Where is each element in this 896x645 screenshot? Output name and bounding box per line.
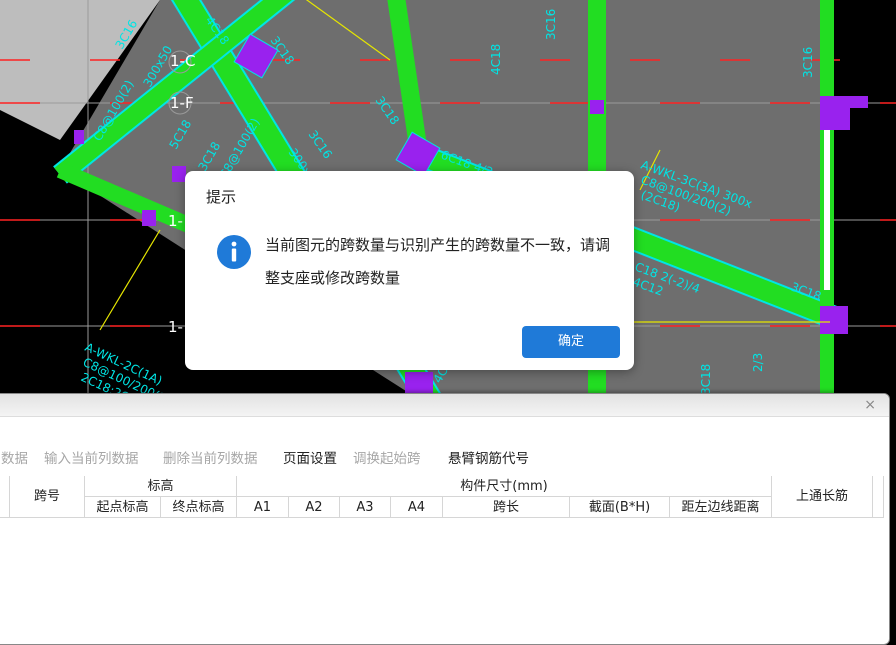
toolbar-item-cantilever-code[interactable]: 悬臂钢筋代号 [448,447,529,467]
axis-label-1f: 1-F [170,94,194,112]
cad-text-24: 3C18 [699,364,713,395]
header-end-elevation: 终点标高 [161,497,237,518]
header-span-length: 跨长 [443,497,570,518]
column-4b [848,96,868,108]
toolbar-item-input-column[interactable]: 输入当前列数据 [44,447,139,467]
column-5 [820,306,848,334]
header-dist-left: 距左边线距离 [670,497,772,518]
toolbar-item-page-setup[interactable]: 页面设置 [283,447,337,467]
span-table-header: 跨号 标高 起点标高 终点标高 构件尺寸(mm) A1 A2 A3 A4 跨长 … [0,476,896,518]
ok-button[interactable]: 确定 [522,326,620,358]
header-member-size: 构件尺寸(mm) [237,476,772,497]
span-table-body[interactable] [0,519,884,632]
header-start-elevation: 起点标高 [85,497,161,518]
header-elevation: 标高 [85,476,237,497]
axis-label-1a: 1- [168,212,183,230]
toolbar-item-swap-start-span[interactable]: 调换起始跨 [353,447,421,467]
column-4 [820,96,850,130]
column-7 [142,210,156,226]
prompt-dialog: 提示 当前图元的跨数量与识别产生的跨数量不一致，请调整支座或修改跨数量 确定 [185,171,634,370]
cad-text-22: 3C16 [544,9,558,40]
header-a3: A3 [340,497,391,518]
header-span-no: 跨号 [10,476,85,518]
dialog-title: 提示 [206,188,237,206]
axis-label-1b: 1- [168,318,183,336]
column-3 [590,100,604,114]
cad-text-23: 4C18 [489,44,503,75]
header-extra [873,476,884,518]
column-9 [74,130,84,144]
close-icon[interactable]: × [864,397,876,413]
info-icon [217,235,251,269]
header-a4: A4 [391,497,443,518]
axis-label-1c: 1-C [170,52,195,70]
panel-toolbar: 数据 输入当前列数据 删除当前列数据 页面设置 调换起始跨 悬臂钢筋代号 [0,441,889,467]
header-section: 截面(B*H) [570,497,670,518]
header-top-through-bar: 上通长筋 [772,476,873,518]
toolbar-item-delete-column[interactable]: 删除当前列数据 [163,447,258,467]
header-a2: A2 [289,497,340,518]
header-row-index [0,476,10,518]
column-8 [172,166,186,182]
cad-text-21: 2/3 [751,353,765,372]
cad-text-18: 3C16 [801,47,815,78]
header-a1: A1 [237,497,289,518]
dialog-message: 当前图元的跨数量与识别产生的跨数量不一致，请调整支座或修改跨数量 [265,236,611,287]
toolbar-item-data[interactable]: 数据 [1,447,28,467]
panel-titlebar[interactable]: × [0,394,889,417]
